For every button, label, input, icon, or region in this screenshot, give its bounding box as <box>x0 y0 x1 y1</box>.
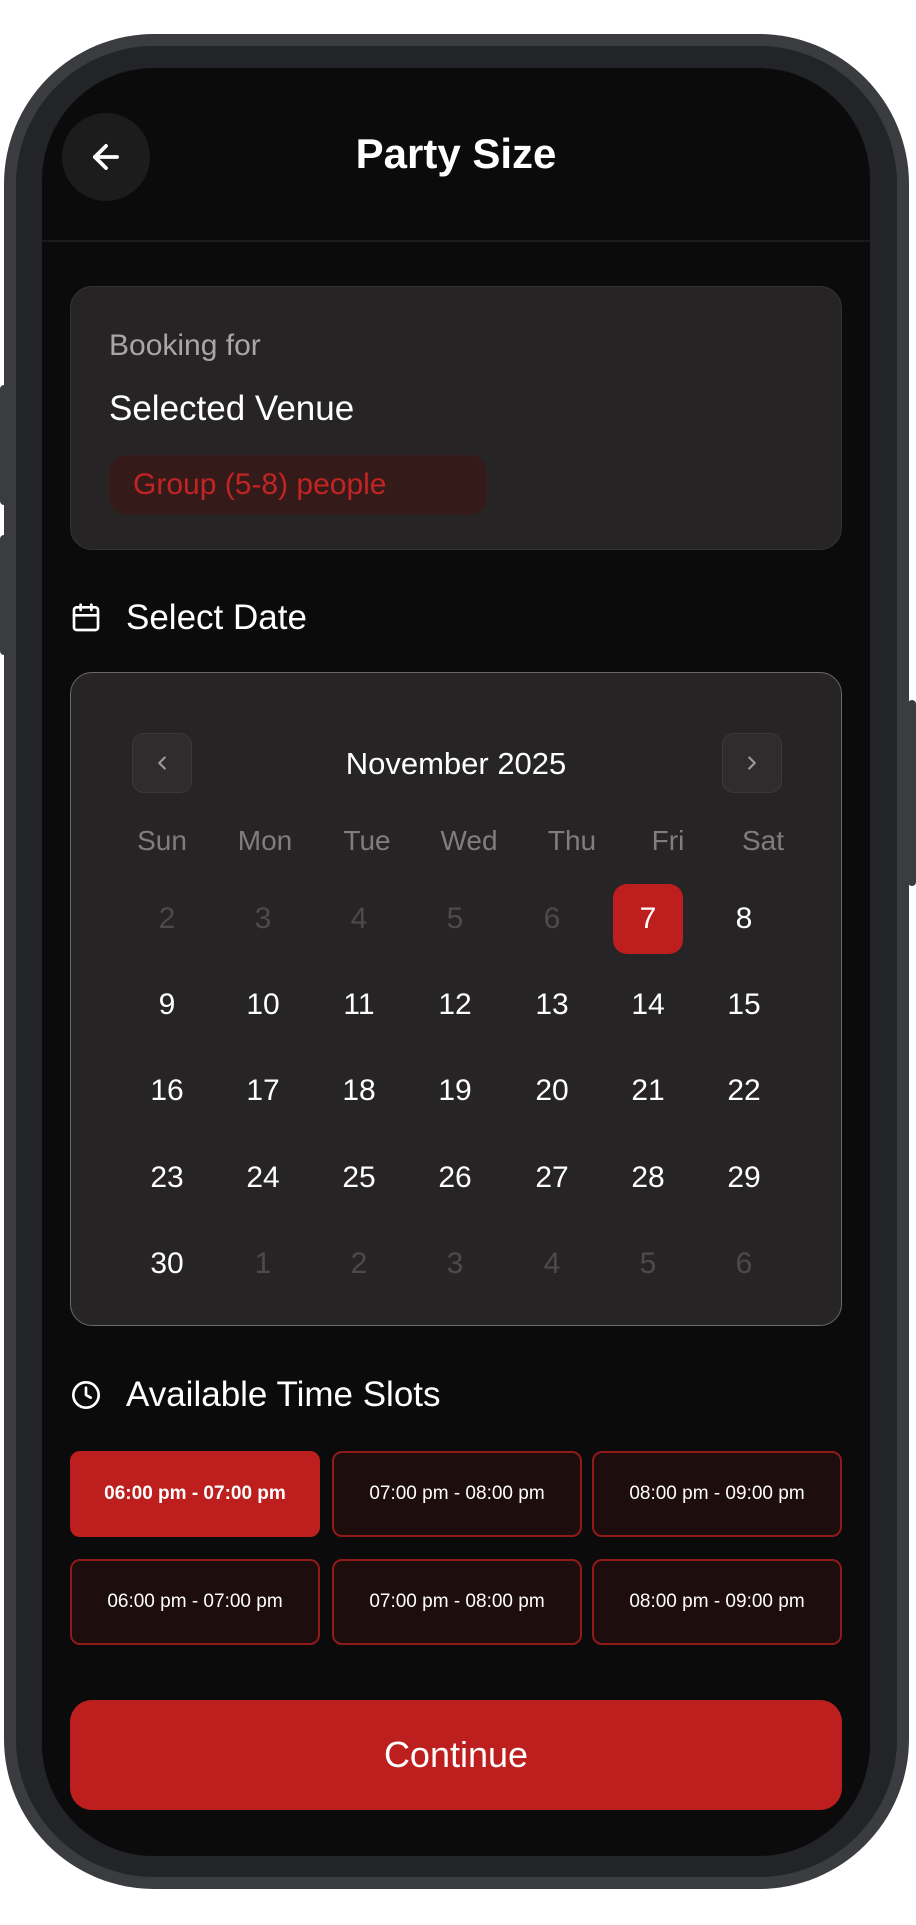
time-slots-label: Available Time Slots <box>126 1375 441 1414</box>
calendar-day[interactable]: 11 <box>324 970 394 1040</box>
weekday-label: Sun <box>137 825 187 856</box>
calendar-day[interactable]: 29 <box>709 1143 779 1213</box>
booking-card: Booking for Selected Venue Group (5-8) p… <box>70 286 842 550</box>
time-slots-heading: Available Time Slots <box>70 1375 441 1415</box>
time-slot[interactable]: 08:00 pm - 09:00 pm <box>592 1559 842 1645</box>
calendar-day: 4 <box>350 902 368 935</box>
phone-power-button <box>908 700 916 886</box>
phone-side-button <box>0 385 8 505</box>
calendar-day[interactable]: 19 <box>420 1056 490 1126</box>
calendar-day[interactable]: 12 <box>420 970 490 1040</box>
calendar-day[interactable]: 17 <box>228 1056 298 1126</box>
calendar-day[interactable]: 25 <box>324 1143 394 1213</box>
weekday-label: Tue <box>343 825 391 856</box>
calendar-day[interactable]: 23 <box>132 1143 202 1213</box>
calendar-day: 2 <box>158 902 176 935</box>
weekday-label: Thu <box>547 825 597 856</box>
calendar-day: 5 <box>639 1247 657 1280</box>
time-slot[interactable]: 08:00 pm - 09:00 pm <box>592 1451 842 1537</box>
calendar-day[interactable]: 14 <box>613 970 683 1040</box>
header: Party Size <box>42 68 870 242</box>
calendar-day: 3 <box>446 1247 464 1280</box>
select-date-label: Select Date <box>126 598 307 637</box>
phone-side-button <box>0 535 8 655</box>
calendar-day[interactable]: 26 <box>420 1143 490 1213</box>
calendar-icon <box>72 603 100 632</box>
party-size-badge: Group (5-8) people <box>109 455 487 515</box>
select-date-heading: Select Date <box>70 598 307 638</box>
clock-icon <box>72 1381 100 1409</box>
next-month-button[interactable] <box>722 733 782 793</box>
calendar-day[interactable]: 20 <box>517 1056 587 1126</box>
calendar-day: 1 <box>254 1247 272 1280</box>
calendar-day[interactable]: 27 <box>517 1143 587 1213</box>
calendar-day[interactable]: 22 <box>709 1056 779 1126</box>
calendar-day: 2 <box>350 1247 368 1280</box>
calendar-day: 5 <box>446 902 464 935</box>
calendar-day[interactable]: 28 <box>613 1143 683 1213</box>
calendar-day-selected[interactable]: 7 <box>613 884 683 954</box>
calendar-day[interactable]: 18 <box>324 1056 394 1126</box>
calendar-day[interactable]: 16 <box>132 1056 202 1126</box>
calendar-day[interactable]: 13 <box>517 970 587 1040</box>
time-slot[interactable]: 06:00 pm - 07:00 pm <box>70 1559 320 1645</box>
page-title: Party Size <box>355 130 557 177</box>
calendar-day[interactable]: 21 <box>613 1056 683 1126</box>
calendar-day: 4 <box>543 1247 561 1280</box>
calendar: November 2025 Sun Mon Tue Wed Thu Fri Sa… <box>70 672 842 1326</box>
calendar-day[interactable]: 10 <box>228 970 298 1040</box>
time-slot-selected[interactable]: 06:00 pm - 07:00 pm <box>70 1451 320 1537</box>
app-screen: Party Size Booking for Selected Venue Gr… <box>42 68 870 1856</box>
calendar-day[interactable]: 15 <box>709 970 779 1040</box>
calendar-day[interactable]: 30 <box>132 1229 202 1299</box>
weekday-label: Sat <box>741 825 785 856</box>
chevron-right-icon <box>748 756 756 770</box>
venue-name: Selected Venue <box>109 389 355 428</box>
continue-button[interactable]: Continue <box>70 1700 842 1810</box>
weekday-label: Fri <box>651 825 685 856</box>
time-slot[interactable]: 07:00 pm - 08:00 pm <box>332 1559 582 1645</box>
calendar-day: 3 <box>254 902 272 935</box>
calendar-day[interactable]: 9 <box>132 970 202 1040</box>
calendar-day[interactable]: 8 <box>709 884 779 954</box>
calendar-day: 6 <box>543 902 561 935</box>
booking-for-label: Booking for <box>109 329 261 362</box>
calendar-day[interactable]: 24 <box>228 1143 298 1213</box>
calendar-day: 6 <box>735 1247 753 1280</box>
time-slot[interactable]: 07:00 pm - 08:00 pm <box>332 1451 582 1537</box>
weekday-label: Mon <box>237 825 293 856</box>
weekday-label: Wed <box>440 825 498 856</box>
